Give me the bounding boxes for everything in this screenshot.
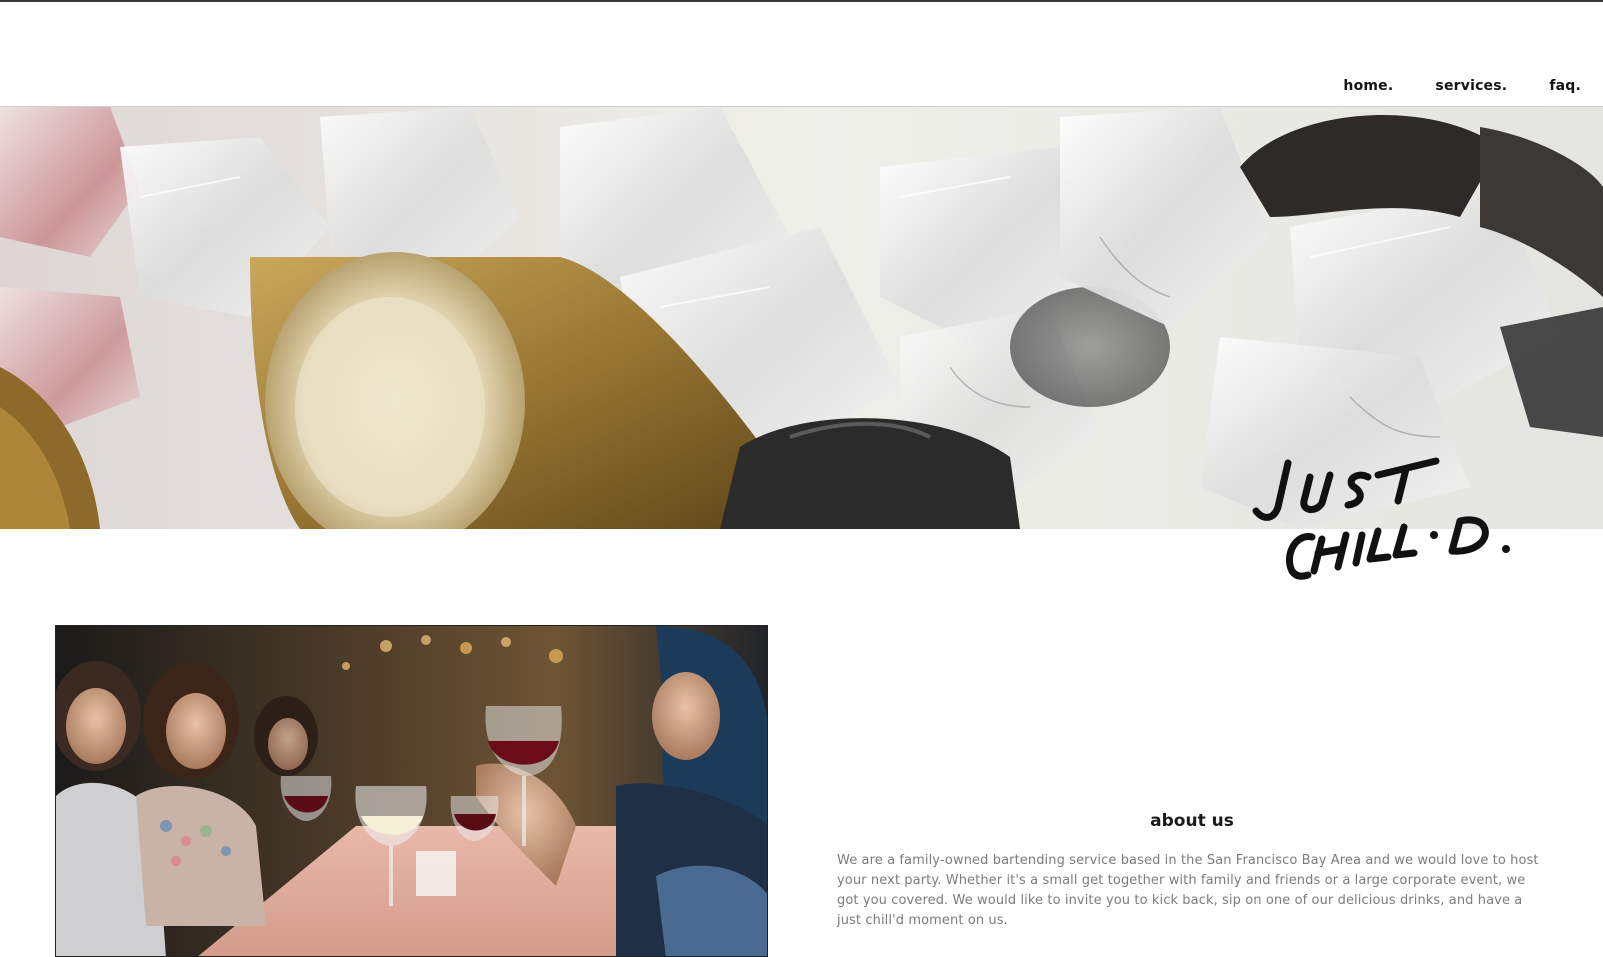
about-body-text: We are a family-owned bartending service…: [837, 853, 1539, 928]
site-header: home. services. faq.: [0, 2, 1603, 106]
about-image: [55, 625, 768, 957]
page: home. services. faq. about us We are a f…: [0, 0, 1603, 957]
main-nav: home. services. faq.: [1301, 78, 1581, 94]
about-title: about us: [1150, 811, 1234, 831]
just-chilld-logo: [1250, 455, 1560, 585]
nav-faq-link[interactable]: faq.: [1549, 78, 1581, 94]
nav-home-link[interactable]: home.: [1343, 78, 1393, 94]
nav-services-link[interactable]: services.: [1435, 78, 1507, 94]
